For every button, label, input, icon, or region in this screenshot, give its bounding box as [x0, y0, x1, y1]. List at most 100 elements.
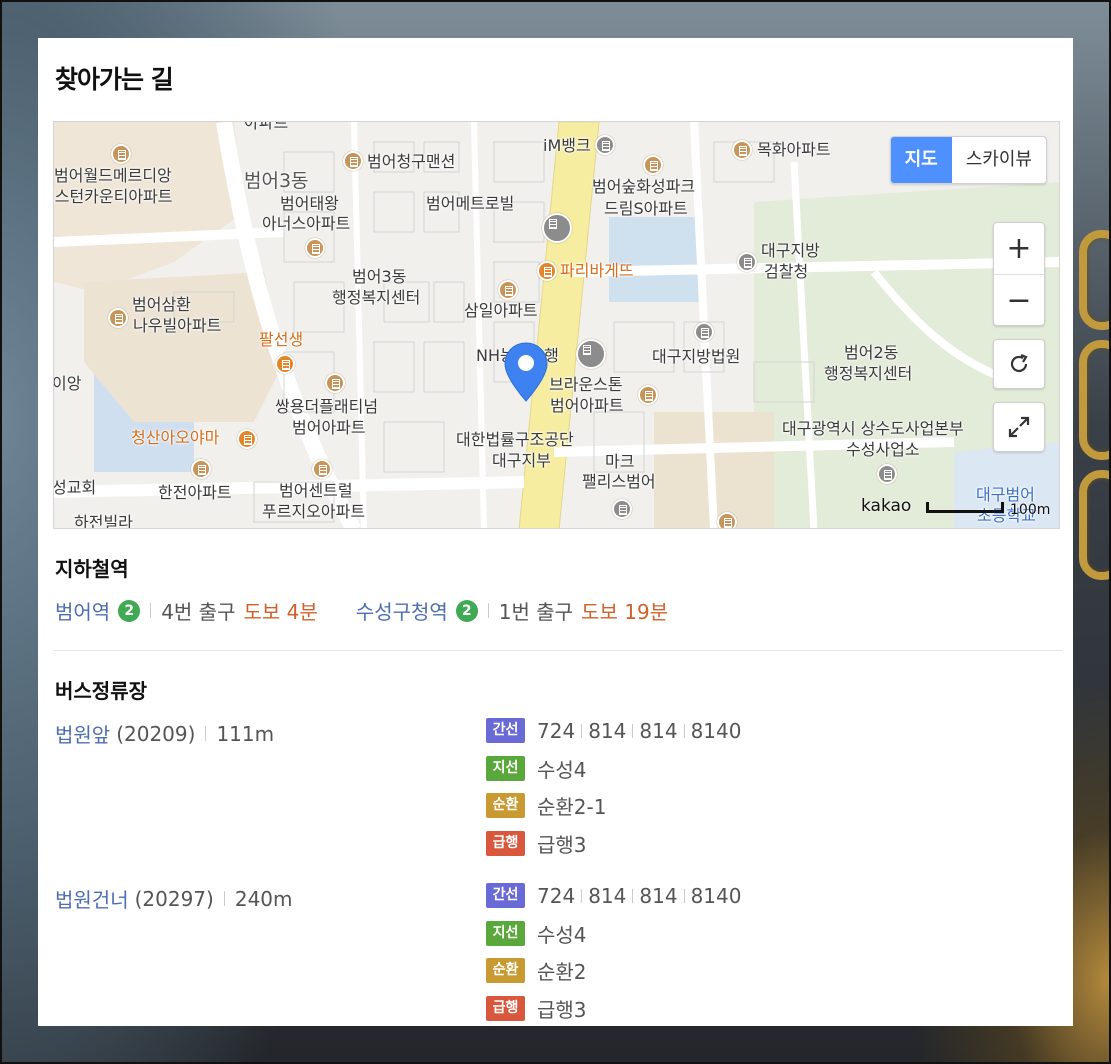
map-label: 범어삼환	[132, 295, 191, 314]
map-label: 범어월드메르디앙	[54, 166, 172, 185]
map-label: 범어청구맨션	[367, 152, 456, 171]
map-label: 범어아파트	[292, 418, 366, 437]
reset-map-button[interactable]	[993, 339, 1045, 389]
bus-number[interactable]: 724	[537, 884, 575, 908]
bus-number[interactable]: 순환2	[537, 956, 587, 985]
map-label: 범어아파트	[550, 396, 624, 415]
subway-section-title: 지하철역	[55, 557, 129, 581]
bank-icon	[595, 135, 615, 155]
branch-bus-tag: 지선	[486, 755, 525, 781]
zoom-out-button[interactable]: −	[994, 274, 1044, 325]
apartment-icon	[111, 144, 131, 164]
directions-panel: 찾아가는 길 아파트 범어월드메르디앙 웨스턴카운티아파트 범어3동 범어청구맨…	[38, 38, 1073, 1026]
building-icon	[612, 499, 632, 519]
subway-station-link[interactable]: 범어역	[55, 596, 110, 625]
map-scale-bar	[926, 502, 1004, 513]
map-label: 목화아파트	[757, 140, 831, 159]
bus-stop-link[interactable]: 법원앞	[55, 719, 110, 748]
map-provider-logo: kakao	[861, 496, 912, 516]
map-label: 대구광역시 상수도사업본부	[782, 419, 964, 438]
background-chain-link	[1079, 470, 1111, 580]
map-label: 범어3동	[244, 170, 309, 192]
circular-bus-tag: 순환	[486, 793, 525, 819]
bus-stop-link[interactable]: 법원건너	[55, 884, 129, 913]
page-title: 찾아가는 길	[55, 65, 174, 94]
bus-route-list: 간선 724 814 814 8140 지선 수성4 순환 순환2-1 급행 급…	[486, 712, 741, 862]
map-label: 드림S아파트	[604, 199, 688, 218]
bus-stop-row: 법원건너 (20297) 240m	[55, 884, 293, 913]
divider	[205, 726, 207, 741]
map-label: 행정복지센터	[332, 288, 421, 307]
map-label: 팔선생	[259, 330, 304, 349]
location-pin-icon[interactable]	[503, 341, 549, 403]
bus-number[interactable]: 급행3	[537, 829, 587, 858]
map-label: 대한법률구조공단	[456, 430, 574, 449]
section-divider	[53, 650, 1063, 651]
bus-number[interactable]: 814	[639, 719, 677, 743]
map-label: 나우빌아파트	[133, 316, 222, 335]
line-2-badge: 2	[455, 599, 478, 622]
line-2-badge: 2	[118, 599, 141, 622]
route-row: 간선 724 814 814 8140	[486, 877, 741, 915]
map-view-button[interactable]: 지도	[890, 137, 952, 183]
apartment-icon	[643, 155, 663, 175]
circular-bus-tag: 순환	[486, 958, 525, 984]
divider	[487, 603, 489, 618]
bus-stop-icon[interactable]	[542, 213, 572, 243]
bus-stop-distance: 240m	[234, 886, 293, 911]
map-label: 범어태왕	[280, 194, 339, 213]
bus-number[interactable]: 724	[537, 719, 575, 743]
map-label: 마크	[605, 452, 635, 471]
bus-number[interactable]: 814	[588, 719, 626, 743]
route-row: 순환 순환2	[486, 952, 741, 990]
apartment-icon	[325, 373, 345, 393]
prosecutor-office-icon	[737, 252, 757, 272]
route-row: 간선 724 814 814 8140	[486, 712, 741, 750]
walk-time: 도보 19분	[581, 600, 669, 624]
map-label: 대구지방	[761, 241, 820, 260]
fullscreen-button[interactable]	[993, 402, 1045, 452]
map-label: 범어2동	[844, 343, 899, 362]
apartment-icon	[343, 151, 363, 171]
bus-stop-code: (20297)	[134, 886, 214, 911]
trunk-bus-tag: 간선	[486, 883, 525, 909]
map-label: 범어메트로빌	[426, 194, 515, 213]
bus-number[interactable]: 8140	[691, 719, 742, 743]
map-label: 수성사업소	[846, 440, 920, 459]
refresh-icon	[1010, 353, 1028, 373]
map-label: 대구지부	[492, 451, 551, 470]
bus-stop-row: 법원앞 (20209) 111m	[55, 719, 274, 748]
map-label: 검찰청	[764, 262, 809, 281]
map-view[interactable]: 아파트 범어월드메르디앙 웨스턴카운티아파트 범어3동 범어청구맨션 iM뱅크 …	[53, 121, 1060, 529]
express-bus-tag: 급행	[486, 830, 525, 856]
background-chain-link	[1079, 230, 1111, 330]
zoom-in-button[interactable]: +	[994, 223, 1044, 274]
skyview-button[interactable]: 스카이뷰	[952, 137, 1046, 183]
map-label: 브라운스톤	[549, 375, 623, 394]
map-label: 푸르지오아파트	[262, 502, 366, 521]
bus-number[interactable]: 814	[588, 884, 626, 908]
map-label: 한전아파트	[158, 483, 232, 502]
bus-number[interactable]: 수성4	[537, 754, 587, 783]
bus-stop-icon[interactable]	[576, 339, 606, 369]
map-label: 청산아오야마	[131, 428, 220, 447]
bus-number[interactable]: 814	[639, 884, 677, 908]
map-label: 쌍용더플래티넘	[275, 397, 379, 416]
apartment-icon	[717, 512, 737, 528]
bus-stop-code: (20209)	[116, 721, 196, 746]
bus-number[interactable]: 8140	[691, 884, 742, 908]
bus-number[interactable]: 급행3	[537, 994, 587, 1023]
subway-exit: 4번 출구	[161, 600, 236, 624]
route-row: 지선 수성4	[486, 750, 741, 788]
map-label: 범어3동	[352, 267, 407, 286]
bus-number[interactable]: 수성4	[537, 919, 587, 948]
apartment-icon	[108, 308, 128, 328]
map-scale-label: 100m	[1010, 502, 1051, 518]
restaurant-icon	[237, 429, 257, 449]
map-label: 아너스아파트	[262, 214, 351, 233]
subway-station-link[interactable]: 수성구청역	[356, 596, 448, 625]
bus-number[interactable]: 순환2-1	[537, 791, 606, 820]
bus-section-title: 버스정류장	[55, 679, 147, 703]
apartment-icon	[305, 238, 325, 258]
route-row: 급행 급행3	[486, 825, 741, 863]
